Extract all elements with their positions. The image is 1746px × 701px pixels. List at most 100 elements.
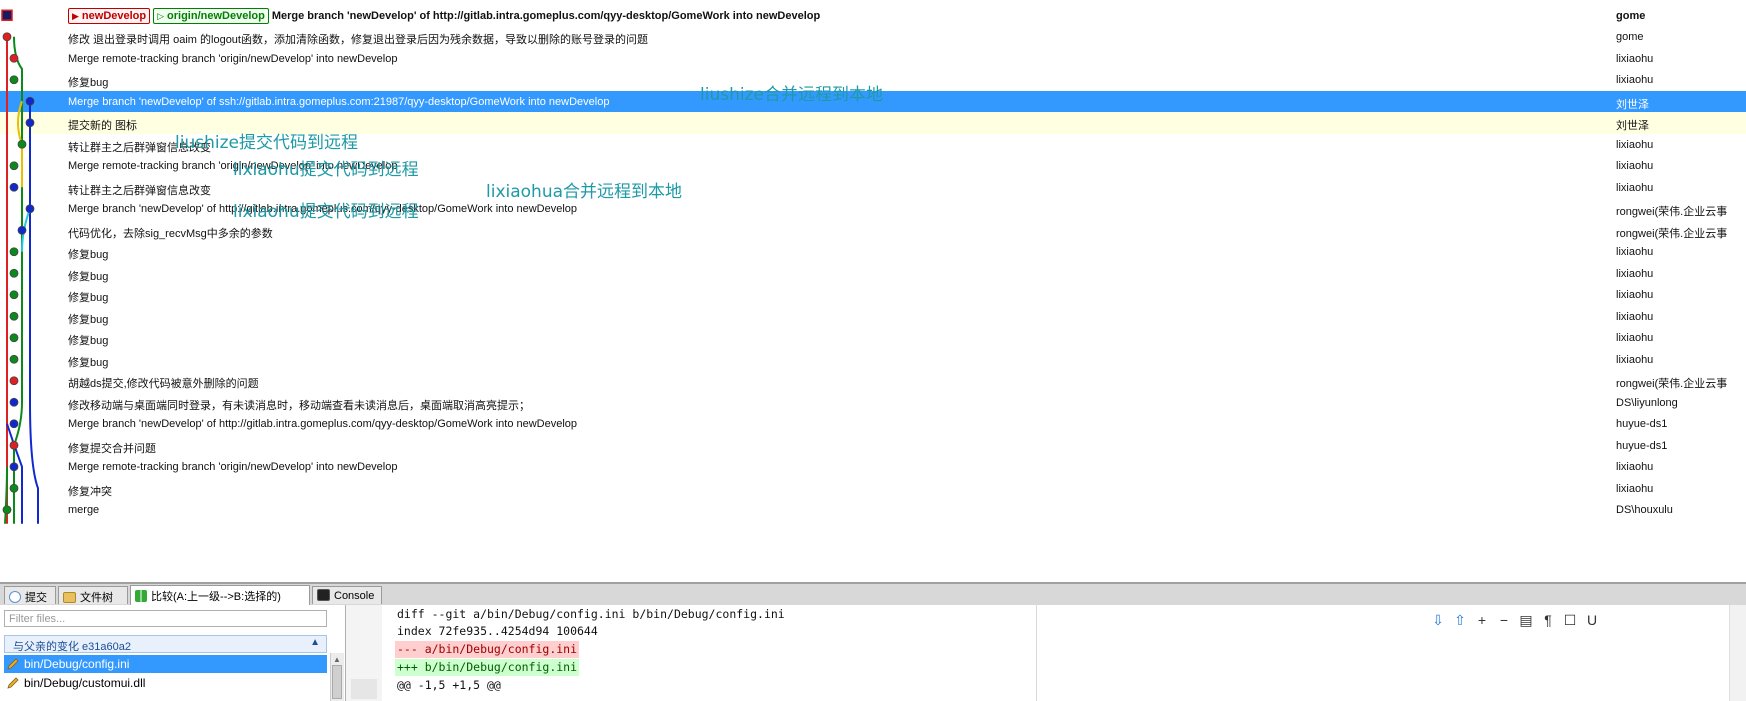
commit-author: lixiaohu	[1616, 181, 1654, 194]
graph-commit-node	[9, 290, 19, 300]
tab-commit-label: 提交	[25, 592, 47, 604]
commit-message: 修复bug	[68, 289, 108, 305]
commit-author: lixiaohu	[1616, 310, 1654, 323]
annotation-lixiaohu-push-2: lixiaohu提交代码到远程	[233, 202, 419, 222]
graph-commit-node	[9, 397, 19, 407]
commit-author: lixiaohu	[1616, 353, 1654, 366]
commit-message-text: 修复bug	[68, 292, 109, 304]
commit-message: 修复提交合并问题	[68, 440, 156, 456]
diff-gutter	[346, 605, 382, 701]
graph-commit-node	[9, 311, 19, 321]
file-item[interactable]: bin/Debug/customui.dll	[4, 674, 327, 692]
wrap-label[interactable]: U	[1583, 611, 1601, 629]
commit-row[interactable]: 修复bug lixiaohu	[0, 241, 1746, 263]
graph-commit-node	[9, 483, 19, 493]
commit-graph	[1, 9, 39, 524]
folder-tree-icon	[63, 592, 76, 603]
commit-row[interactable]: 修复bug lixiaohu	[0, 284, 1746, 306]
commit-row[interactable]: 修复bug lixiaohu	[0, 306, 1746, 328]
tab-compare-label: 比较(A:上一级-->B:选择的)	[151, 591, 281, 603]
graph-commit-node	[9, 247, 19, 257]
zoom-in-icon[interactable]: +	[1473, 611, 1491, 629]
commit-row[interactable]: 修复冲突 lixiaohu	[0, 478, 1746, 500]
tab-commit[interactable]: 提交	[4, 586, 56, 604]
graph-commit-node	[9, 75, 19, 85]
commit-row[interactable]: Merge remote-tracking branch 'origin/new…	[0, 456, 1746, 478]
commit-row[interactable]: ▶ newDevelop ▷ origin/newDevelop Merge branc…	[0, 7, 1746, 26]
diff-scrollbar[interactable]	[1729, 605, 1746, 701]
document-icon[interactable]: ▤	[1517, 611, 1535, 629]
file-item[interactable]: bin/Debug/config.ini	[4, 655, 327, 673]
diff-toolbar: ⇩ ⇧ + − ▤ ¶ ☐ U	[1429, 611, 1605, 631]
file-list-scrollbar[interactable]: ▲	[330, 653, 344, 701]
tab-file-tree[interactable]: 文件树	[58, 586, 128, 604]
commit-row[interactable]: 修复bug lixiaohu	[0, 327, 1746, 349]
tab-file-tree-label: 文件树	[80, 592, 113, 604]
diff-column-divider	[1036, 605, 1037, 701]
branch-arrow-icon: ▷	[157, 10, 165, 21]
prev-hunk-icon[interactable]: ⇧	[1451, 611, 1469, 629]
commit-row[interactable]: 修复提交合并问题 huyue-ds1	[0, 435, 1746, 457]
commit-row[interactable]: merge DS\houxulu	[0, 499, 1746, 521]
diff-view[interactable]: diff --git a/bin/Debug/config.ini b/bin/…	[346, 605, 1746, 701]
zoom-out-icon[interactable]: −	[1495, 611, 1513, 629]
commit-row[interactable]: 胡越ds提交,修改代码被意外删除的问题 rongwei(荣伟.企业云事	[0, 370, 1746, 392]
commit-message-text: 修复冲突	[68, 485, 112, 498]
next-hunk-icon[interactable]: ⇩	[1429, 611, 1447, 629]
branch-arrow-icon: ▶	[72, 10, 79, 21]
commit-message-text: 修复bug	[68, 335, 109, 347]
annotation-lixiaohua-merge: lixiaohua合并远程到本地	[486, 182, 683, 202]
graph-head-node	[1, 9, 13, 21]
commit-row[interactable]: Merge remote-tracking branch 'origin/new…	[0, 48, 1746, 70]
pencil-icon	[7, 658, 19, 670]
commit-row[interactable]: 修复bug lixiaohu	[0, 263, 1746, 285]
graph-commit-node	[17, 225, 27, 235]
commit-author: gome	[1616, 31, 1644, 43]
tab-console[interactable]: Console	[312, 586, 382, 604]
commit-message-text: Merge branch 'newDevelop' of ssh://gitla…	[68, 95, 610, 108]
commit-log[interactable]: ▶ newDevelop ▷ origin/newDevelop Merge branc…	[0, 7, 1746, 580]
file-name: bin/Debug/customui.dll	[24, 676, 146, 690]
file-filter-input[interactable]: Filter files...	[4, 610, 327, 627]
commit-message-text: 修复bug	[68, 249, 109, 261]
commit-message-text: 修改移动端与桌面端同时登录，有未读消息时，移动端查看未读消息后，桌面端取消高亮提…	[68, 399, 530, 412]
pilcrow-icon[interactable]: ¶	[1539, 611, 1557, 629]
commit-author: 刘世泽	[1616, 98, 1649, 111]
parent-changes-header[interactable]: 与父亲的变化 e31a60a2 ▲	[4, 635, 327, 653]
commit-message: ▶ newDevelop ▷ origin/newDevelop Merge branc…	[68, 7, 820, 24]
commit-row[interactable]: 修改 退出登录时调用 oaim 的logout函数，添加清除函数，修复退出登录后…	[0, 26, 1746, 48]
commit-row[interactable]: 代码优化，去除sig_recvMsg中多余的参数 rongwei(荣伟.企业云事	[0, 220, 1746, 242]
annotation-liushize-merge: liushize合并远程到本地	[700, 85, 883, 105]
commit-message: 转让群主之后群弹窗信息改变	[68, 182, 211, 198]
tab-compare[interactable]: 比较(A:上一级-->B:选择的)	[130, 585, 310, 605]
commit-row[interactable]: 修改移动端与桌面端同时登录，有未读消息时，移动端查看未读消息后，桌面端取消高亮提…	[0, 392, 1746, 414]
graph-commit-node	[9, 53, 19, 63]
local-branch-tag[interactable]: ▶ newDevelop	[68, 7, 151, 24]
commit-message: 修复bug	[68, 332, 108, 348]
diff-line: diff --git a/bin/Debug/config.ini b/bin/…	[397, 607, 785, 621]
pencil-icon	[7, 677, 19, 689]
commit-author: lixiaohu	[1616, 332, 1654, 344]
scrollbar-thumb[interactable]	[332, 665, 342, 699]
commit-row[interactable]: 修复bug lixiaohu	[0, 349, 1746, 371]
diff-line-removed: --- a/bin/Debug/config.ini	[395, 641, 580, 658]
changed-files-pane: Filter files... 与父亲的变化 e31a60a2 ▲ bin/De…	[0, 605, 346, 701]
graph-line-blue	[29, 101, 39, 524]
commit-message-text: Merge remote-tracking branch 'origin/new…	[68, 461, 398, 473]
commit-message: 修改 退出登录时调用 oaim 的logout函数，添加清除函数，修复退出登录后…	[68, 31, 648, 47]
remote-branch-tag[interactable]: ▷ origin/newDevelop	[153, 7, 269, 24]
whitespace-icon[interactable]: ☐	[1561, 611, 1579, 629]
scroll-up-icon[interactable]: ▲	[333, 655, 341, 664]
commit-row[interactable]: Merge branch 'newDevelop' of http://gitl…	[0, 413, 1746, 435]
commit-author: lixiaohu	[1616, 74, 1654, 86]
commit-author: lixiaohu	[1616, 246, 1654, 258]
graph-commit-node	[9, 268, 19, 278]
annotation-lixiaohu-push-1: lixiaohu提交代码到远程	[233, 160, 419, 180]
commit-message: 修复bug	[68, 311, 108, 327]
commit-author: lixiaohu	[1616, 482, 1654, 495]
commit-author: lixiaohu	[1616, 138, 1654, 151]
bottom-panel: 提交 文件树 比较(A:上一级-->B:选择的) Console Filter …	[0, 582, 1746, 701]
commit-author: DS\liyunlong	[1616, 396, 1678, 409]
graph-commit-node	[9, 419, 19, 429]
chevron-up-icon[interactable]: ▲	[310, 637, 320, 648]
